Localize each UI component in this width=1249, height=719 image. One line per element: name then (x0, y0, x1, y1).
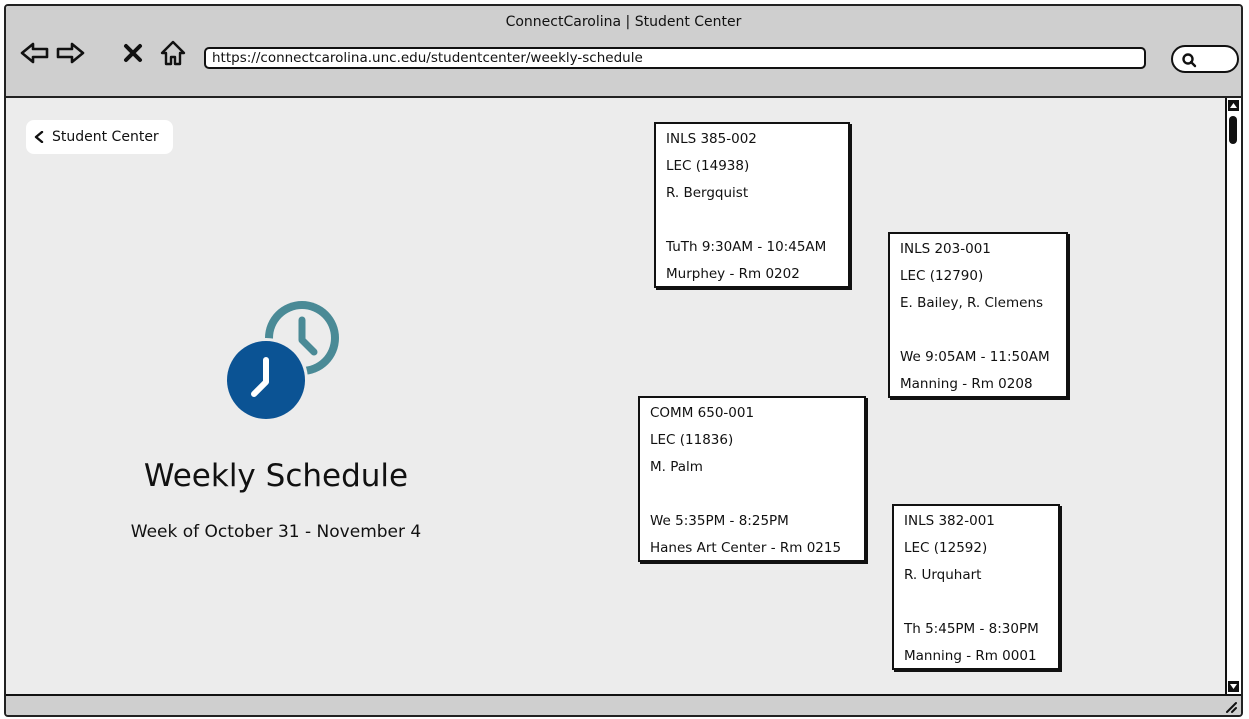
course-code: INLS 385-002 (666, 131, 757, 147)
forward-button[interactable] (55, 38, 85, 68)
student-center-back-link[interactable]: Student Center (26, 120, 173, 154)
week-range: Week of October 31 - November 4 (130, 522, 422, 542)
course-section: LEC (11836) (650, 432, 734, 448)
page-content: Student Center Weekly Schedule Week of O… (6, 98, 1229, 694)
chevron-left-icon (34, 131, 44, 143)
course-card[interactable]: INLS 203-001 LEC (12790) E. Bailey, R. C… (888, 232, 1068, 398)
url-input[interactable]: https://connectcarolina.unc.edu/studentc… (204, 47, 1146, 69)
course-code: INLS 382-001 (904, 513, 995, 529)
course-section: LEC (12592) (904, 540, 988, 556)
home-icon (160, 40, 186, 66)
course-code: INLS 203-001 (900, 241, 991, 257)
course-time: We 5:35PM - 8:25PM (650, 513, 789, 529)
forward-arrow-icon (56, 42, 85, 64)
course-card[interactable]: INLS 385-002 LEC (14938) R. Bergquist Tu… (654, 122, 850, 288)
search-box[interactable] (1171, 45, 1239, 73)
window-title: ConnectCarolina | Student Center (505, 14, 742, 30)
scroll-thumb[interactable] (1229, 116, 1237, 144)
scroll-down-arrow-icon[interactable] (1228, 681, 1239, 692)
vertical-scrollbar[interactable] (1225, 98, 1241, 694)
course-location: Manning - Rm 0208 (900, 376, 1033, 392)
back-link-label: Student Center (52, 129, 159, 145)
clock-icon (224, 301, 339, 422)
course-time: TuTh 9:30AM - 10:45AM (666, 239, 827, 255)
course-instructor: R. Bergquist (666, 185, 749, 201)
course-time: Th 5:45PM - 8:30PM (904, 621, 1039, 637)
course-location: Murphey - Rm 0202 (666, 266, 800, 282)
browser-window: ConnectCarolina | Student Center https:/… (4, 4, 1243, 717)
search-icon (1182, 53, 1197, 68)
course-time: We 9:05AM - 11:50AM (900, 349, 1050, 365)
scroll-up-arrow-icon[interactable] (1228, 100, 1239, 111)
home-button[interactable] (158, 38, 188, 68)
course-instructor: E. Bailey, R. Clemens (900, 295, 1044, 311)
status-bar (6, 694, 1241, 715)
course-location: Manning - Rm 0001 (904, 648, 1037, 664)
back-button[interactable] (20, 38, 50, 68)
course-instructor: R. Urquhart (904, 567, 982, 583)
back-arrow-icon (20, 42, 49, 64)
course-section: LEC (12790) (900, 268, 984, 284)
stop-button[interactable] (118, 38, 148, 68)
course-card[interactable]: COMM 650-001 LEC (11836) M. Palm We 5:35… (638, 396, 866, 562)
course-code: COMM 650-001 (650, 405, 755, 421)
page-title: Weekly Schedule (143, 458, 409, 494)
browser-titlebar: ConnectCarolina | Student Center https:/… (6, 6, 1241, 98)
resize-grip-icon[interactable] (1223, 699, 1237, 713)
course-section: LEC (14938) (666, 158, 750, 174)
course-card[interactable]: INLS 382-001 LEC (12592) R. Urquhart Th … (892, 504, 1060, 670)
close-x-icon (124, 44, 142, 62)
course-location: Hanes Art Center - Rm 0215 (650, 540, 842, 556)
course-instructor: M. Palm (650, 459, 703, 475)
